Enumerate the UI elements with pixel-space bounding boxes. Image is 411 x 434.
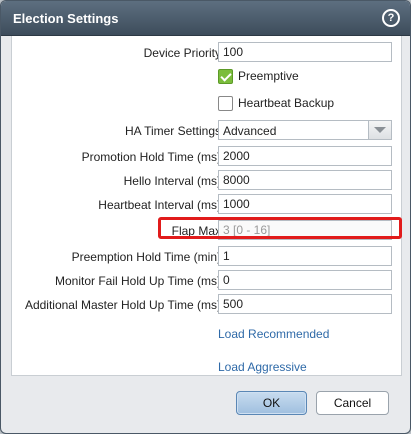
additional-master-hold-up-time-row: Additional Master Hold Up Time (ms) 500 xyxy=(12,294,401,316)
preemption-hold-time-label: Preemption Hold Time (min) xyxy=(71,250,221,264)
monitor-fail-hold-up-time-row: Monitor Fail Hold Up Time (ms) 0 xyxy=(12,270,401,292)
promotion-hold-time-label: Promotion Hold Time (ms) xyxy=(81,150,221,164)
device-priority-input[interactable]: 100 xyxy=(218,42,392,62)
preemption-hold-time-row: Preemption Hold Time (min) 1 xyxy=(12,246,401,268)
promotion-hold-time-input[interactable]: 2000 xyxy=(218,146,392,166)
heartbeat-interval-input[interactable]: 1000 xyxy=(218,194,392,214)
ha-timer-settings-select[interactable]: Advanced xyxy=(218,120,392,140)
heartbeat-interval-row: Heartbeat Interval (ms) 1000 xyxy=(12,194,401,216)
promotion-hold-time-row: Promotion Hold Time (ms) 2000 xyxy=(12,146,401,168)
help-icon[interactable]: ? xyxy=(382,9,400,27)
preemption-hold-time-input[interactable]: 1 xyxy=(218,246,392,266)
chevron-down-icon[interactable] xyxy=(368,121,391,139)
preemptive-label: Preemptive xyxy=(238,69,299,83)
election-settings-dialog: Election Settings ? Device Priority 100 … xyxy=(0,0,411,434)
hello-interval-input[interactable]: 8000 xyxy=(218,170,392,190)
ha-timer-settings-label: HA Timer Settings xyxy=(124,124,221,138)
dialog-content: Device Priority 100 Preemptive Heartbeat… xyxy=(11,36,402,376)
heartbeat-interval-label: Heartbeat Interval (ms) xyxy=(98,198,221,212)
load-aggressive-link[interactable]: Load Aggressive xyxy=(218,360,307,374)
additional-master-hold-up-time-input[interactable]: 500 xyxy=(218,294,392,314)
monitor-fail-hold-up-time-input[interactable]: 0 xyxy=(218,270,392,290)
cancel-button[interactable]: Cancel xyxy=(316,391,389,415)
hello-interval-row: Hello Interval (ms) 8000 xyxy=(12,170,401,192)
preemptive-checkbox[interactable] xyxy=(218,69,233,84)
dialog-title: Election Settings xyxy=(13,11,119,26)
flap-max-highlight-box xyxy=(158,217,402,239)
hello-interval-label: Hello Interval (ms) xyxy=(123,174,221,188)
monitor-fail-hold-up-time-label: Monitor Fail Hold Up Time (ms) xyxy=(54,274,221,288)
load-recommended-link[interactable]: Load Recommended xyxy=(218,327,329,341)
ha-timer-settings-value: Advanced xyxy=(223,124,277,138)
heartbeat-backup-label: Heartbeat Backup xyxy=(238,96,335,110)
ha-timer-settings-row: HA Timer Settings Advanced xyxy=(12,120,401,142)
additional-master-hold-up-time-label: Additional Master Hold Up Time (ms) xyxy=(24,298,221,312)
device-priority-row: Device Priority 100 xyxy=(12,42,401,64)
dialog-titlebar: Election Settings ? xyxy=(1,1,410,36)
heartbeat-backup-checkbox[interactable] xyxy=(218,96,233,111)
ok-button[interactable]: OK xyxy=(236,391,307,415)
dialog-footer: OK Cancel xyxy=(1,376,410,433)
device-priority-label: Device Priority xyxy=(143,46,221,60)
